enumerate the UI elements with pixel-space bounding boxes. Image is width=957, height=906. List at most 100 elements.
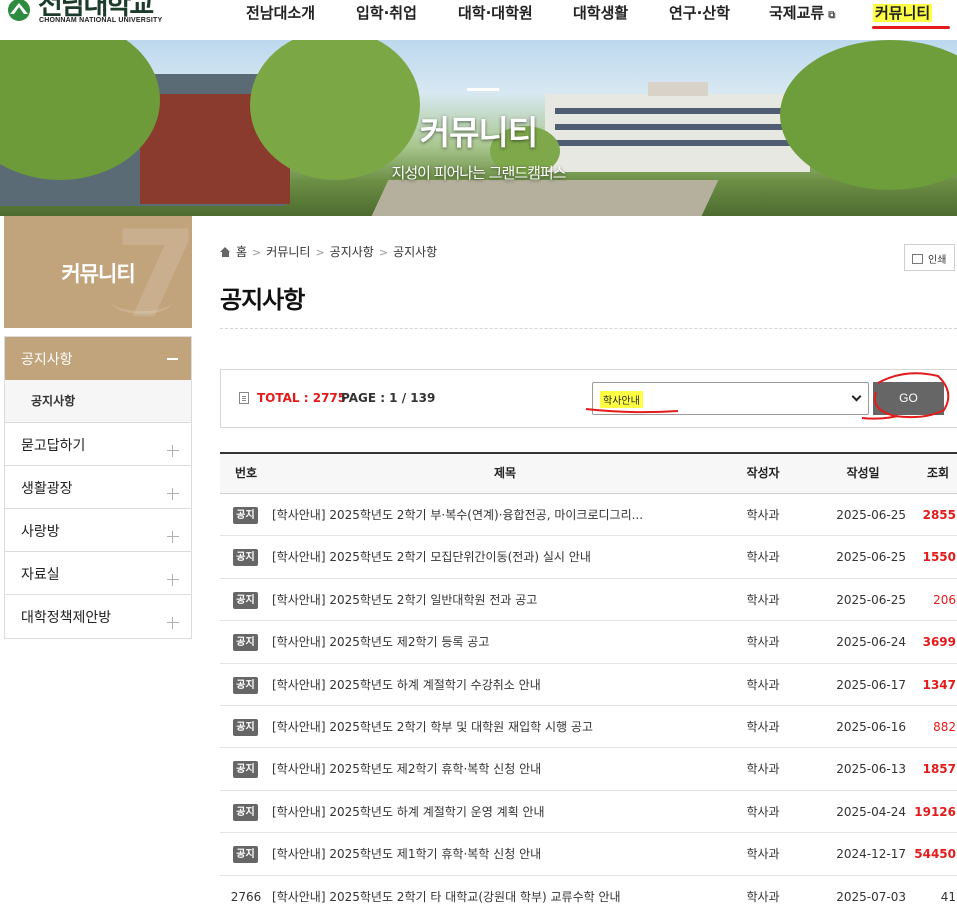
category-select[interactable]: 학사안내 [592, 382, 869, 415]
sidebar-subitem-notice[interactable]: 공지사항 [5, 380, 191, 423]
notice-table: 번호 제목 작성자 작성일 조회 공지 [학사안내] 2025학년도 2학기 부·… [220, 452, 957, 906]
row-title-link[interactable]: [학사안내] 2025학년도 제2학기 등록 공고 [272, 621, 738, 663]
table-row[interactable]: 공지 [학사안내] 2025학년도 2학기 부·복수(연계)·융합전공, 마이크로… [220, 494, 957, 537]
row-title-link[interactable]: [학사안내] 2025학년도 2학기 부·복수(연계)·융합전공, 마이크로디그… [272, 494, 738, 536]
table-header: 번호 제목 작성자 작성일 조회 [220, 452, 957, 494]
notice-badge: 공지 [233, 549, 258, 567]
external-link-icon: ⧉ [828, 10, 836, 21]
nav-item-international[interactable]: 국제교류 ⧉ [769, 2, 835, 23]
chevron-right-icon: > [315, 246, 325, 259]
row-title-link[interactable]: [학사안내] 2025학년도 2학기 일반대학원 전과 공고 [272, 579, 738, 621]
breadcrumb-notice[interactable]: 공지사항 [330, 243, 374, 260]
breadcrumb-current[interactable]: 공지사항 [393, 243, 437, 260]
sidebar-menu: 공지사항 공지사항 묻고답하기 생활광장 사랑방 자료실 대학정책제안방 [4, 336, 192, 639]
university-emblem-icon [8, 0, 30, 21]
table-row[interactable]: 공지 [학사안내] 2025학년도 2학기 학부 및 대학원 재입학 시행 공고 학… [220, 706, 957, 749]
row-title-link[interactable]: [학사안내] 2025학년도 2학기 모집단위간이동(전과) 실시 안내 [272, 536, 738, 578]
row-date: 2025-04-24 [836, 804, 906, 819]
row-number: 공지 [220, 664, 272, 706]
row-title-link[interactable]: [학사안내] 2025학년도 제2학기 휴학·복학 신청 안내 [272, 748, 738, 790]
chevron-down-icon [851, 391, 862, 402]
row-date: 2025-06-13 [836, 762, 906, 777]
sidebar-item-lounge[interactable]: 사랑방 [5, 509, 191, 552]
row-author: 학사과 [746, 804, 780, 819]
table-row[interactable]: 공지 [학사안내] 2025학년도 하계 계절학기 수강취소 안내 학사과 2025-… [220, 664, 957, 706]
expand-icon [167, 617, 179, 629]
sidebar-item-qna[interactable]: 묻고답하기 [5, 423, 191, 466]
row-number: 2766 [230, 889, 262, 904]
row-views: 19126 [914, 804, 956, 819]
row-title-link[interactable]: [학사안내] 2025학년도 하계 계절학기 운영 계획 안내 [272, 791, 738, 833]
nav-item-campus-life[interactable]: 대학생활 [573, 2, 628, 23]
row-views: 1347 [922, 677, 956, 692]
row-views: 1550 [922, 550, 956, 565]
notice-badge: 공지 [233, 846, 258, 864]
row-views: 3699 [922, 635, 956, 650]
col-header-no: 번호 [234, 466, 258, 480]
row-author: 학사과 [746, 847, 780, 862]
chevron-right-icon: > [378, 246, 389, 259]
notice-badge: 공지 [233, 507, 258, 524]
breadcrumb: 홈 > 커뮤니티 > 공지사항 > 공지사항 [220, 243, 437, 260]
banner-dash [467, 88, 499, 91]
page-banner: 커뮤니티 지성이 피어나는 그랜드캠퍼스 [0, 40, 957, 216]
university-logo[interactable]: 전남대학교 CHONNAM NATIONAL UNIVERSITY [0, 0, 170, 30]
breadcrumb-home[interactable]: 홈 [236, 243, 247, 260]
row-number: 공지 [220, 706, 272, 748]
notice-badge: 공지 [233, 634, 258, 652]
notice-badge: 공지 [233, 676, 258, 694]
sidebar-heading-text: 커뮤니티 [61, 262, 135, 286]
banner-subtitle: 지성이 피어나는 그랜드캠퍼스 [391, 164, 567, 182]
sidebar-item-notice[interactable]: 공지사항 [5, 337, 191, 380]
row-title-link[interactable]: [학사안내] 2025학년도 하계 계절학기 수강취소 안내 [272, 664, 738, 706]
row-title-link[interactable]: [학사안내] 2025학년도 2학기 타 대학교(강원대 학부) 교류수학 안내 [272, 876, 738, 906]
site-header: 전남대학교 CHONNAM NATIONAL UNIVERSITY 전남대소개 … [0, 0, 957, 40]
notice-badge: 공지 [233, 591, 258, 609]
nav-item-colleges[interactable]: 대학·대학원 [458, 2, 533, 23]
table-row[interactable]: 2766 [학사안내] 2025학년도 2학기 타 대학교(강원대 학부) 교류수… [220, 876, 957, 906]
nav-item-community[interactable]: 커뮤니티 [873, 2, 933, 23]
go-button[interactable]: GO [873, 382, 944, 415]
row-views: 2855 [922, 508, 956, 522]
col-header-views: 조회 [926, 466, 950, 480]
row-number: 공지 [220, 833, 272, 875]
breadcrumb-community[interactable]: 커뮤니티 [266, 243, 310, 260]
expand-icon [167, 488, 179, 500]
sidebar-item-policy-proposal[interactable]: 대학정책제안방 [5, 595, 191, 638]
row-views: 206 [933, 592, 956, 607]
col-header-author: 작성자 [746, 466, 780, 480]
expand-icon [167, 574, 179, 586]
table-row[interactable]: 공지 [학사안내] 2025학년도 제1학기 휴학·복학 신청 안내 학사과 2024… [220, 833, 957, 876]
row-date: 2025-06-25 [836, 508, 906, 522]
sidebar-item-life-plaza[interactable]: 생활광장 [5, 466, 191, 509]
row-author: 학사과 [746, 635, 780, 650]
row-date: 2025-06-25 [836, 592, 906, 607]
table-row[interactable]: 공지 [학사안내] 2025학년도 2학기 일반대학원 전과 공고 학사과 2025-… [220, 579, 957, 622]
nav-item-admission[interactable]: 입학·취업 [356, 2, 417, 23]
row-title-link[interactable]: [학사안내] 2025학년도 2학기 학부 및 대학원 재입학 시행 공고 [272, 706, 738, 748]
row-views: 1857 [922, 762, 956, 777]
row-date: 2025-06-24 [836, 635, 906, 650]
row-author: 학사과 [746, 508, 780, 522]
print-button[interactable]: 인쇄 [904, 244, 955, 271]
home-icon[interactable] [220, 247, 231, 257]
row-title-link[interactable]: [학사안내] 2025학년도 제1학기 휴학·복학 신청 안내 [272, 833, 738, 875]
table-row[interactable]: 공지 [학사안내] 2025학년도 제2학기 등록 공고 학사과 2025-06-24… [220, 621, 957, 664]
row-author: 학사과 [746, 677, 780, 692]
row-number: 공지 [220, 536, 272, 578]
nav-item-research[interactable]: 연구·산학 [669, 2, 730, 23]
board-search-bar: TOTAL : 2775 PAGE : 1 / 139 학사안내 GO [220, 369, 957, 428]
row-number: 공지 [220, 791, 272, 833]
banner-title: 커뮤니티 [419, 113, 538, 152]
row-date: 2025-06-16 [836, 719, 906, 734]
table-row[interactable]: 공지 [학사안내] 2025학년도 하계 계절학기 운영 계획 안내 학사과 2025… [220, 791, 957, 834]
sidebar-item-archive[interactable]: 자료실 [5, 552, 191, 595]
table-row[interactable]: 공지 [학사안내] 2025학년도 제2학기 휴학·복학 신청 안내 학사과 2025… [220, 748, 957, 791]
nav-item-about[interactable]: 전남대소개 [246, 2, 315, 23]
print-icon [912, 254, 923, 264]
row-views: 882 [933, 719, 956, 734]
table-row[interactable]: 공지 [학사안내] 2025학년도 2학기 모집단위간이동(전과) 실시 안내 학사… [220, 536, 957, 579]
row-date: 2025-06-17 [836, 677, 906, 692]
row-number: 공지 [220, 621, 272, 663]
notice-badge: 공지 [233, 803, 258, 821]
